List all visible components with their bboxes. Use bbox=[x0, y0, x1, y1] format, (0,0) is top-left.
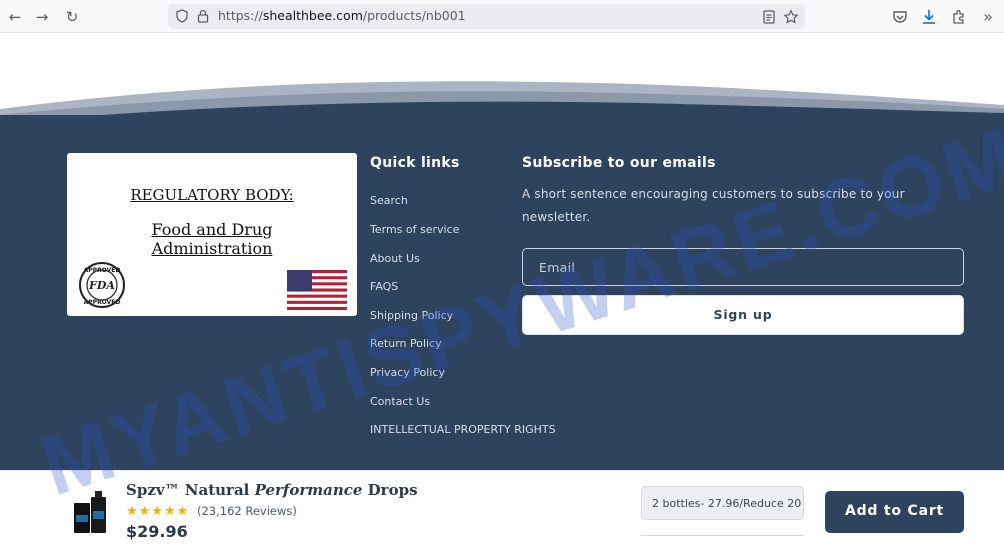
sticky-product-bar: Spzv™ Natural Performance Drops ★★★★★ (2… bbox=[0, 470, 1004, 547]
footer-link-privacy[interactable]: Privacy Policy bbox=[370, 366, 445, 379]
product-price: $29.96 bbox=[126, 522, 188, 541]
pocket-icon[interactable] bbox=[891, 8, 909, 26]
page-content: REGULATORY BODY: Food and Drug Administr… bbox=[0, 33, 1004, 547]
svg-text:APPROVED: APPROVED bbox=[84, 299, 121, 306]
certificate-line-2: Administration bbox=[151, 239, 273, 258]
download-icon[interactable] bbox=[920, 8, 938, 26]
reload-icon[interactable]: ↻ bbox=[62, 7, 82, 27]
footer-link-about[interactable]: About Us bbox=[370, 252, 420, 265]
footer-link-terms[interactable]: Terms of service bbox=[370, 223, 459, 236]
product-bottle-image bbox=[74, 491, 106, 533]
variant-divider bbox=[641, 535, 804, 536]
email-placeholder: Email bbox=[539, 260, 576, 275]
footer-link-shipping[interactable]: Shipping Policy bbox=[370, 309, 453, 322]
footer-link-contact[interactable]: Contact Us bbox=[370, 395, 430, 408]
subscribe-text-line-2: newsletter. bbox=[522, 210, 591, 224]
product-name: Spzv™ Natural Performance Drops bbox=[126, 481, 418, 499]
fda-approved-seal-icon: APPROVED FDA APPROVED bbox=[79, 262, 125, 308]
certificate-line-1: Food and Drug bbox=[151, 220, 273, 239]
shield-icon[interactable] bbox=[175, 9, 189, 23]
footer-link-return[interactable]: Return Policy bbox=[370, 337, 442, 350]
review-count[interactable]: (23,162 Reviews) bbox=[197, 504, 297, 518]
fda-certificate-image: REGULATORY BODY: Food and Drug Administr… bbox=[67, 153, 357, 316]
lock-icon[interactable] bbox=[196, 9, 210, 23]
signup-button[interactable]: Sign up bbox=[522, 295, 964, 335]
signup-label: Sign up bbox=[713, 307, 773, 322]
add-to-cart-label: Add to Cart bbox=[844, 503, 945, 519]
add-to-cart-button[interactable]: Add to Cart bbox=[825, 491, 964, 533]
certificate-title: REGULATORY BODY: bbox=[130, 186, 294, 204]
extensions-icon[interactable] bbox=[950, 8, 968, 26]
rating-stars-icon: ★★★★★ bbox=[126, 504, 190, 519]
subscribe-description: A short sentence encouraging customers t… bbox=[522, 183, 942, 229]
url-text[interactable]: https://shealthbee.com/products/nb001 bbox=[218, 8, 466, 23]
subscribe-text-line-1: A short sentence encouraging customers t… bbox=[522, 187, 905, 201]
forward-icon[interactable]: → bbox=[32, 7, 52, 27]
variant-selected-value: 2 bottles- 27.96/Reduce 20 bbox=[652, 497, 802, 510]
bookmark-star-icon[interactable] bbox=[783, 9, 799, 25]
browser-toolbar: ← → ↻ https://shealthbee.com/products/nb… bbox=[0, 0, 1004, 33]
overflow-menu-icon[interactable]: » bbox=[978, 7, 998, 27]
us-flag-icon bbox=[287, 270, 347, 310]
svg-text:APPROVED: APPROVED bbox=[84, 267, 121, 274]
email-field[interactable]: Email bbox=[522, 248, 964, 286]
footer-link-faqs[interactable]: FAQS bbox=[370, 280, 398, 293]
reader-mode-icon[interactable] bbox=[761, 9, 777, 25]
quick-links-heading: Quick links bbox=[370, 155, 460, 171]
address-bar[interactable]: https://shealthbee.com/products/nb001 bbox=[168, 4, 805, 29]
footer-link-ip-rights[interactable]: INTELLECTUAL PROPERTY RIGHTS bbox=[370, 423, 556, 436]
svg-text:FDA: FDA bbox=[88, 279, 115, 292]
subscribe-heading: Subscribe to our emails bbox=[522, 155, 716, 171]
site-footer: REGULATORY BODY: Food and Drug Administr… bbox=[0, 115, 1004, 470]
footer-link-search[interactable]: Search bbox=[370, 194, 408, 207]
variant-select[interactable]: 2 bottles- 27.96/Reduce 20 bbox=[641, 486, 804, 520]
back-icon[interactable]: ← bbox=[5, 7, 25, 27]
